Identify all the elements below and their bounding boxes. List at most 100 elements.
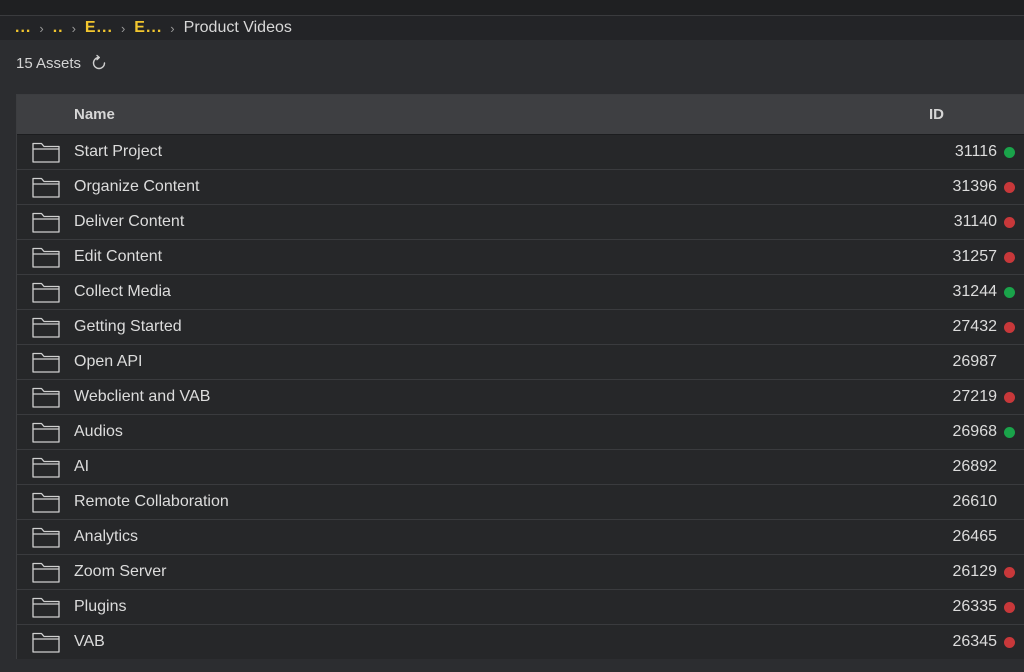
status-dot <box>1004 181 1015 193</box>
row-name: Deliver Content <box>74 213 185 230</box>
column-header-id[interactable]: ID <box>927 106 989 123</box>
status-dot <box>1004 357 1015 368</box>
status-dot <box>1004 216 1015 228</box>
status-dot <box>1004 601 1015 613</box>
row-name: Open API <box>74 353 143 370</box>
row-name: AI <box>74 458 90 475</box>
table-row[interactable]: Analytics 26465 <box>17 520 1024 555</box>
breadcrumb-item-current: Product Videos <box>183 19 292 36</box>
folder-icon <box>31 140 61 164</box>
top-toolbar <box>0 0 1024 16</box>
breadcrumb-item-root[interactable]: ... <box>15 19 31 37</box>
row-id: 26335 <box>952 598 998 615</box>
status-indicator <box>1004 282 1024 302</box>
row-id: 26465 <box>952 528 998 545</box>
folder-icon <box>31 245 61 269</box>
assets-table: Name ID Start Project 31116 Organize Conte… <box>16 94 1024 659</box>
table-row[interactable]: Collect Media 31244 <box>17 275 1024 310</box>
status-indicator <box>1004 142 1024 162</box>
breadcrumb-separator: › <box>120 20 126 36</box>
table-row[interactable]: VAB 26345 <box>17 625 1024 659</box>
row-name: Audios <box>74 423 123 440</box>
row-id: 26345 <box>952 633 998 650</box>
status-dot <box>1004 497 1015 508</box>
breadcrumb-item-e2[interactable]: E... <box>134 19 162 37</box>
bottom-strip <box>0 659 1024 672</box>
folder-icon <box>31 560 61 584</box>
table-row[interactable]: Organize Content 31396 <box>17 170 1024 205</box>
row-id: 27432 <box>952 318 998 335</box>
status-dot <box>1004 532 1015 543</box>
breadcrumb-separator: › <box>39 20 44 36</box>
row-name: Webclient and VAB <box>74 388 211 405</box>
table-row[interactable]: Deliver Content 31140 <box>17 205 1024 240</box>
row-id: 31396 <box>952 178 998 195</box>
folder-icon <box>31 315 61 339</box>
table-body: Start Project 31116 Organize Content 31396 D… <box>17 135 1024 659</box>
folder-icon <box>31 385 61 409</box>
status-indicator <box>1004 212 1024 232</box>
status-indicator <box>1004 632 1024 652</box>
folder-icon <box>31 490 61 514</box>
assets-toolbar: 15 Assets <box>16 50 109 76</box>
row-name: Organize Content <box>74 178 200 195</box>
row-id: 26129 <box>952 563 998 580</box>
table-row[interactable]: AI 26892 <box>17 450 1024 485</box>
column-header-name[interactable]: Name <box>17 106 927 123</box>
row-name: Edit Content <box>74 248 163 265</box>
folder-icon <box>31 595 61 619</box>
table-row[interactable]: Zoom Server 26129 <box>17 555 1024 590</box>
table-row[interactable]: Edit Content 31257 <box>17 240 1024 275</box>
row-name: Getting Started <box>74 318 182 335</box>
table-row[interactable]: Getting Started 27432 <box>17 310 1024 345</box>
row-id: 27219 <box>952 388 998 405</box>
status-dot <box>1004 426 1015 438</box>
status-dot <box>1004 251 1015 263</box>
breadcrumb: ... › .. › E... › E... › Product Videos <box>0 16 1024 40</box>
folder-icon <box>31 455 61 479</box>
row-name: Zoom Server <box>74 563 167 580</box>
row-id: 26610 <box>952 493 998 510</box>
table-row[interactable]: Open API 26987 <box>17 345 1024 380</box>
table-row[interactable]: Plugins 26335 <box>17 590 1024 625</box>
row-name: Plugins <box>74 598 127 615</box>
table-header: Name ID <box>17 95 1024 135</box>
status-dot <box>1004 462 1015 473</box>
breadcrumb-item-e1[interactable]: E... <box>85 19 113 37</box>
table-row[interactable]: Remote Collaboration 26610 <box>17 485 1024 520</box>
status-indicator <box>1004 527 1024 547</box>
folder-icon <box>31 175 61 199</box>
table-row[interactable]: Webclient and VAB 27219 <box>17 380 1024 415</box>
row-id: 31116 <box>954 143 997 160</box>
table-row[interactable]: Audios 26968 <box>17 415 1024 450</box>
status-indicator <box>1004 492 1024 512</box>
row-id: 26892 <box>952 458 998 475</box>
row-name: Analytics <box>74 528 139 545</box>
folder-icon <box>31 280 61 304</box>
breadcrumb-separator: › <box>71 20 76 36</box>
status-indicator <box>1004 387 1024 407</box>
folder-icon <box>31 525 61 549</box>
folder-icon <box>31 420 61 444</box>
row-id: 31244 <box>952 283 998 300</box>
status-indicator <box>1004 247 1024 267</box>
status-indicator <box>1004 352 1024 372</box>
breadcrumb-item-parent[interactable]: .. <box>53 19 64 37</box>
folder-icon <box>31 210 61 234</box>
row-id: 26987 <box>952 353 998 370</box>
folder-icon <box>31 630 61 654</box>
row-name: Start Project <box>74 143 163 160</box>
row-id: 31257 <box>952 248 998 265</box>
status-indicator <box>1004 562 1024 582</box>
row-name: Remote Collaboration <box>74 493 229 510</box>
row-name: Collect Media <box>74 283 171 300</box>
refresh-icon[interactable] <box>89 53 109 73</box>
status-indicator <box>1004 177 1024 197</box>
breadcrumb-separator: › <box>170 20 175 36</box>
status-dot <box>1004 566 1015 578</box>
row-name: VAB <box>74 633 105 650</box>
status-indicator <box>1004 457 1024 477</box>
table-row[interactable]: Start Project 31116 <box>17 135 1024 170</box>
row-id: 26968 <box>952 423 998 440</box>
status-indicator <box>1004 317 1024 337</box>
